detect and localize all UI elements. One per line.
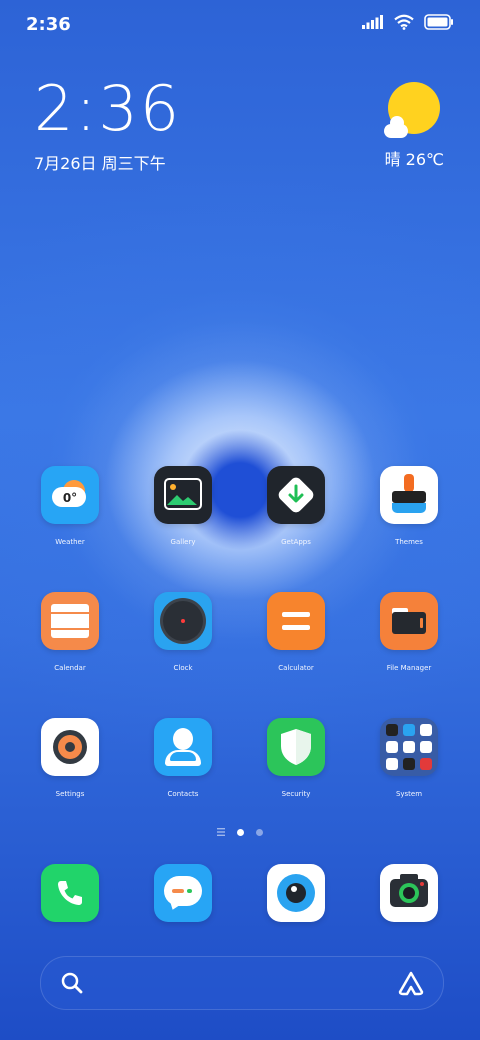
page-dot — [256, 828, 263, 836]
app-contacts[interactable]: Contacts — [133, 718, 233, 798]
app-security[interactable]: Security — [246, 718, 346, 798]
gallery-icon — [154, 466, 212, 524]
wifi-icon — [394, 14, 414, 30]
dock-browser[interactable] — [246, 864, 346, 922]
status-time: 2:36 — [26, 14, 71, 35]
app-label: Gallery — [170, 538, 196, 546]
page-indicator[interactable] — [0, 828, 480, 836]
widget-time: 2:36 — [34, 72, 182, 145]
app-calculator[interactable]: Calculator — [246, 592, 346, 672]
weather-temp: 0° — [62, 491, 78, 505]
weather-summary: 晴 26℃ — [384, 150, 444, 169]
sunny-weather-icon — [384, 82, 440, 138]
app-label: Security — [281, 790, 311, 798]
dock-messages[interactable] — [133, 864, 233, 922]
file-manager-icon — [380, 592, 438, 650]
app-settings[interactable]: Settings — [20, 718, 120, 798]
clock-icon — [154, 592, 212, 650]
assistant-icon[interactable] — [397, 970, 425, 996]
calendar-icon — [41, 592, 99, 650]
app-themes[interactable]: Themes — [359, 466, 459, 546]
app-label: GetApps — [281, 538, 311, 546]
contacts-icon — [154, 718, 212, 776]
app-gallery[interactable]: Gallery — [133, 466, 233, 546]
themes-icon — [380, 466, 438, 524]
search-bar[interactable] — [40, 956, 444, 1010]
settings-icon — [41, 718, 99, 776]
getapps-icon — [267, 466, 325, 524]
weather-icon: 0° — [41, 466, 99, 524]
app-label: Calendar — [54, 664, 86, 672]
app-weather[interactable]: 0° Weather — [20, 466, 120, 546]
battery-icon — [424, 14, 453, 30]
browser-icon — [267, 864, 325, 922]
status-bar: 2:36 — [0, 0, 480, 52]
app-system-folder[interactable]: System — [359, 718, 459, 798]
dock-camera[interactable] — [359, 864, 459, 922]
clock-widget[interactable]: 2:36 7月26日 周三下午 — [34, 78, 181, 174]
widget-date: 7月26日 周三下午 — [34, 154, 166, 173]
app-label: Calculator — [278, 664, 314, 672]
search-icon[interactable] — [61, 972, 83, 994]
messages-icon — [154, 864, 212, 922]
app-label: Settings — [55, 790, 85, 798]
app-clock[interactable]: Clock — [133, 592, 233, 672]
weather-widget[interactable]: 晴 26℃ — [364, 82, 444, 170]
page-dot-active — [237, 828, 244, 836]
camera-icon — [380, 864, 438, 922]
app-label: Contacts — [167, 790, 199, 798]
status-icons — [362, 14, 454, 30]
phone-icon — [41, 864, 99, 922]
app-label: System — [395, 790, 423, 798]
security-icon — [267, 718, 325, 776]
app-label: Weather — [55, 538, 85, 546]
list-view-icon — [217, 828, 225, 836]
system-folder-icon — [380, 718, 438, 776]
app-label: File Manager — [386, 664, 432, 672]
app-calendar[interactable]: Calendar — [20, 592, 120, 672]
signal-icon — [362, 15, 383, 29]
app-label: Themes — [395, 538, 423, 546]
dock-phone[interactable] — [20, 864, 120, 922]
app-label: Clock — [173, 664, 193, 672]
app-file-manager[interactable]: File Manager — [359, 592, 459, 672]
calculator-icon — [267, 592, 325, 650]
app-getapps[interactable]: GetApps — [246, 466, 346, 546]
